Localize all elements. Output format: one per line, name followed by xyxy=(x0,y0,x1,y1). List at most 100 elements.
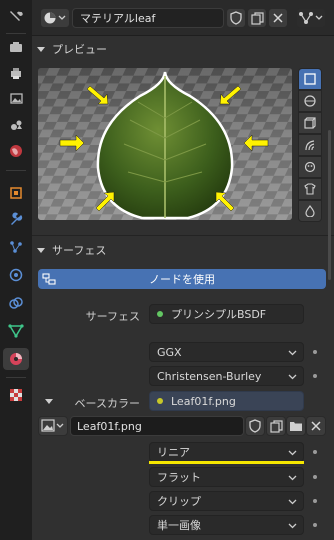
image-source-dropdown[interactable]: 単一画像 xyxy=(149,515,304,535)
duplicate-icon xyxy=(269,419,283,433)
image-fake-user-button[interactable] xyxy=(245,416,265,436)
preview-panel-header[interactable]: プレビュー xyxy=(36,40,326,58)
input-socket-dot[interactable] xyxy=(313,499,317,503)
material-name-field[interactable]: マテリアルleaf xyxy=(72,8,224,28)
shirt-icon xyxy=(304,183,316,195)
preview-hair-button[interactable] xyxy=(298,134,322,156)
preview-flat-button[interactable] xyxy=(298,68,322,90)
image-name-text: Leaf01f.png xyxy=(77,419,142,433)
physics-tab[interactable] xyxy=(3,264,29,286)
image-dropdown-icon xyxy=(41,419,64,432)
cube-icon xyxy=(304,117,316,129)
distribution-dropdown[interactable]: GGX xyxy=(149,342,304,362)
unlink-material-button[interactable] xyxy=(268,8,288,28)
preview-shaderball-button[interactable] xyxy=(298,156,322,178)
base-color-link-selector[interactable]: Leaf01f.png xyxy=(149,391,304,411)
preview-fluid-button[interactable] xyxy=(298,200,322,222)
base-color-value: Leaf01f.png xyxy=(171,394,236,408)
base-color-label: ベースカラー xyxy=(74,397,140,410)
highlight-underline xyxy=(149,461,304,464)
monkey-icon xyxy=(304,161,316,173)
subsurface-method-dropdown[interactable]: Christensen-Burley xyxy=(149,366,304,386)
texture-tab[interactable] xyxy=(3,384,29,406)
color-socket-dot xyxy=(157,398,163,404)
data-tab[interactable] xyxy=(3,320,29,342)
vertical-scrollbar[interactable] xyxy=(328,130,331,280)
plane-icon xyxy=(304,73,316,85)
shader-socket-dot xyxy=(157,311,163,317)
tool-icon xyxy=(10,11,23,21)
chevron-down-icon xyxy=(288,350,297,356)
modifier-tab[interactable] xyxy=(3,208,29,230)
extension-dropdown[interactable]: クリップ xyxy=(149,491,304,511)
interpolation-dropdown[interactable]: リニア xyxy=(149,442,304,462)
scene-tab[interactable] xyxy=(3,114,29,136)
input-socket-dot[interactable] xyxy=(313,450,317,454)
node-tree-dropdown-icon xyxy=(299,12,323,24)
input-socket-dot[interactable] xyxy=(313,475,317,479)
close-icon xyxy=(273,13,283,23)
preview-cloth-button[interactable] xyxy=(298,178,322,200)
shield-icon xyxy=(249,419,261,433)
surface-shader-selector[interactable]: プリンシプルBSDF xyxy=(149,304,304,324)
image-unlink-button[interactable] xyxy=(306,416,326,436)
image-open-button[interactable] xyxy=(286,416,306,436)
scene-icon xyxy=(11,120,22,130)
chevron-down-icon xyxy=(37,248,45,253)
material-browse-button[interactable] xyxy=(40,8,70,28)
preview-panel-title: プレビュー xyxy=(52,43,107,56)
image-name-field[interactable]: Leaf01f.png xyxy=(70,416,244,436)
material-icon xyxy=(10,353,22,365)
tab-separator xyxy=(6,170,26,171)
fake-user-button[interactable] xyxy=(226,8,246,28)
image-source-value: 単一画像 xyxy=(157,519,201,532)
preview-sphere-button[interactable] xyxy=(298,90,322,112)
extension-value: クリップ xyxy=(157,495,201,508)
surface-panel-title: サーフェス xyxy=(52,244,107,257)
image-duplicate-button[interactable] xyxy=(266,416,286,436)
surface-panel-header[interactable]: サーフェス xyxy=(36,241,326,259)
particles-icon xyxy=(10,241,22,253)
world-tab[interactable] xyxy=(3,140,29,162)
view-layer-tab[interactable] xyxy=(3,88,29,110)
chevron-down-icon xyxy=(37,47,45,52)
duplicate-material-button[interactable] xyxy=(247,8,267,28)
render-tab[interactable] xyxy=(3,36,29,58)
projection-dropdown[interactable]: フラット xyxy=(149,467,304,487)
node-icon xyxy=(42,273,56,285)
use-nodes-button[interactable]: ノードを使用 xyxy=(38,269,326,289)
panel-divider xyxy=(32,235,334,236)
input-socket-dot[interactable] xyxy=(313,350,317,354)
mesh-data-icon xyxy=(8,324,24,338)
chevron-down-icon xyxy=(288,523,297,529)
use-nodes-label: ノードを使用 xyxy=(149,273,215,286)
printer-icon xyxy=(11,68,21,79)
particles-tab[interactable] xyxy=(3,236,29,258)
subsurface-method-value: Christensen-Burley xyxy=(157,369,262,383)
tab-separator xyxy=(6,33,26,34)
tab-separator xyxy=(6,377,26,378)
output-tab[interactable] xyxy=(3,62,29,84)
image-layers-icon xyxy=(10,93,23,104)
world-icon xyxy=(10,145,22,157)
drop-icon xyxy=(305,205,315,217)
folder-icon xyxy=(290,422,302,431)
tool-tab[interactable] xyxy=(3,6,29,28)
object-tab[interactable] xyxy=(3,182,29,204)
material-sphere-dropdown-icon xyxy=(44,12,66,24)
slot-link-dropdown[interactable] xyxy=(296,8,326,28)
surface-label: サーフェス xyxy=(85,310,140,323)
preview-cube-button[interactable] xyxy=(298,112,322,134)
camera-back-icon xyxy=(10,42,22,52)
checker-texture-icon xyxy=(10,389,22,401)
image-browse-button[interactable] xyxy=(38,416,68,436)
object-icon xyxy=(10,187,22,199)
shield-icon xyxy=(230,11,242,25)
constraints-tab[interactable] xyxy=(3,292,29,314)
material-tab[interactable] xyxy=(3,348,29,370)
constraint-icon xyxy=(9,297,23,309)
distribution-value: GGX xyxy=(157,345,182,359)
chevron-down-icon xyxy=(288,475,297,481)
input-socket-dot[interactable] xyxy=(313,523,317,527)
input-socket-dot[interactable] xyxy=(313,374,317,378)
